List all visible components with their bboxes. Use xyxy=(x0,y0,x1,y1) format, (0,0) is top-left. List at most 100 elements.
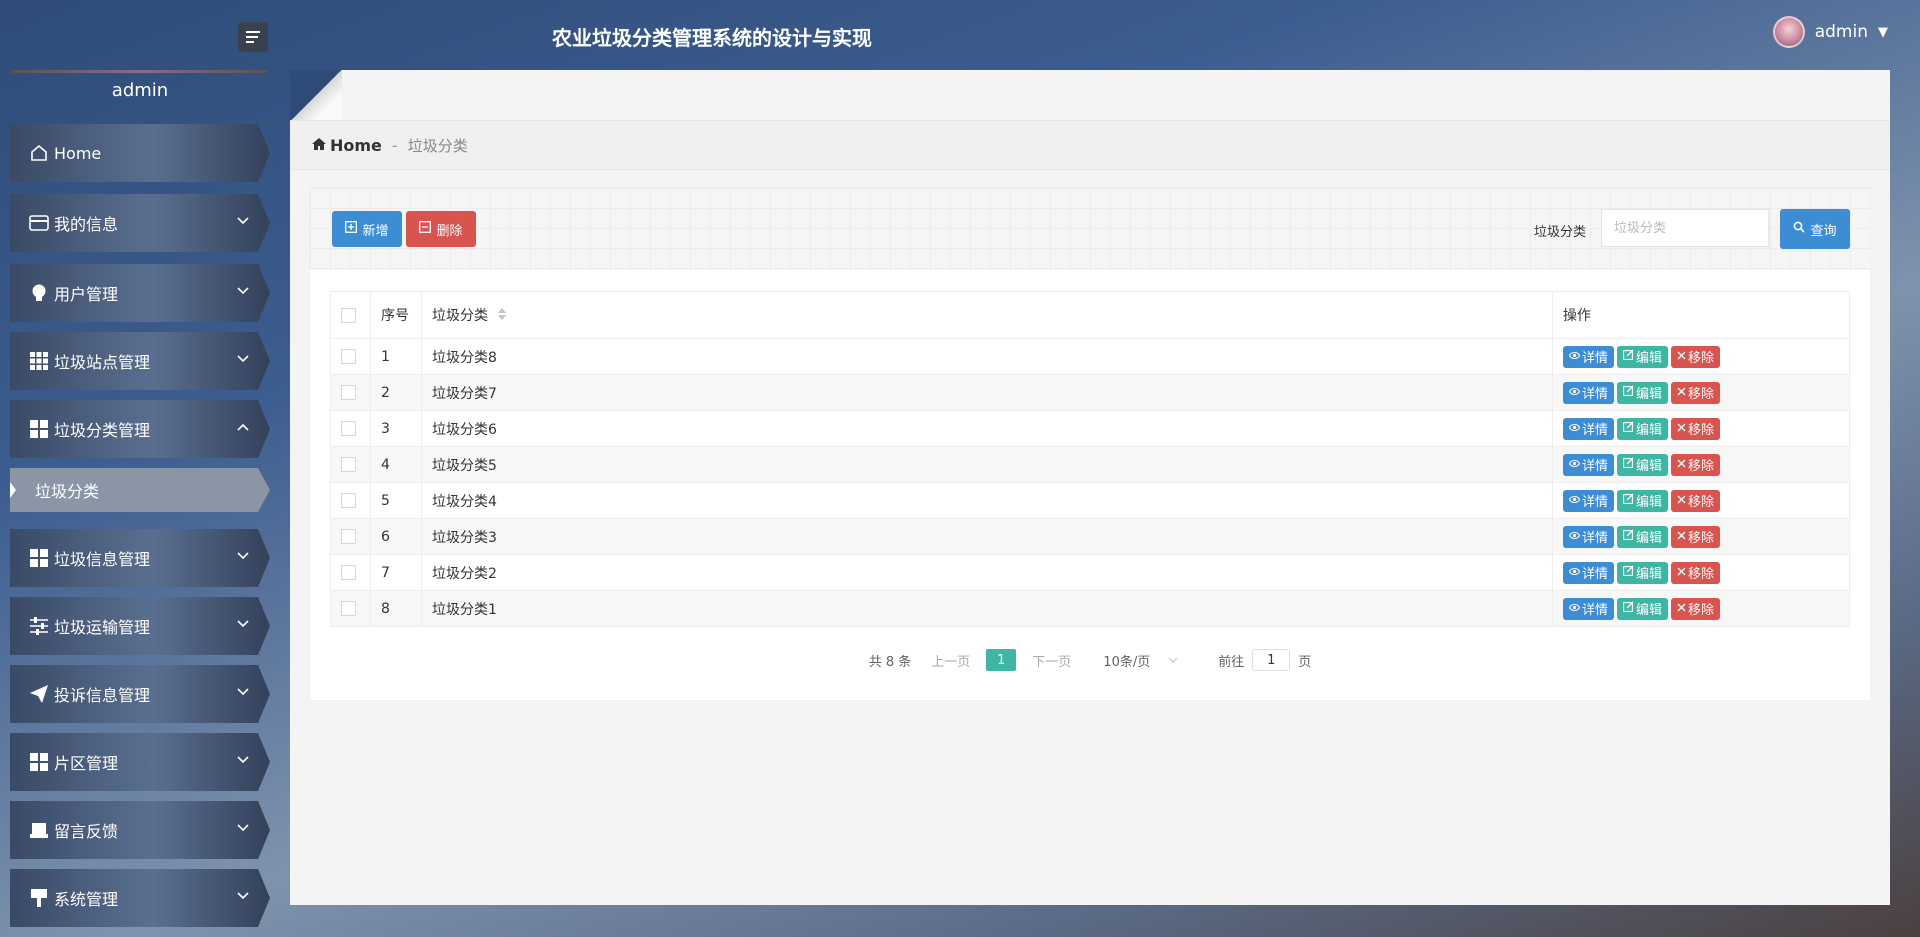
breadcrumb-current: 垃圾分类 xyxy=(407,136,468,155)
row-category: 垃圾分类7 xyxy=(421,374,1553,411)
delete-button[interactable]: 删除 xyxy=(406,211,476,247)
row-select-cell[interactable] xyxy=(330,446,371,483)
tiles-icon xyxy=(28,418,50,440)
header-category[interactable]: 垃圾分类 xyxy=(421,291,1553,339)
detail-button[interactable]: 详情 xyxy=(1563,597,1615,620)
row-select-cell[interactable] xyxy=(330,374,371,411)
remove-button[interactable]: 移除 xyxy=(1671,489,1721,512)
detail-label: 详情 xyxy=(1582,567,1609,582)
sidebar-item-system-management[interactable]: 系统管理 xyxy=(10,869,270,927)
next-page-button[interactable]: 下一页 xyxy=(1032,651,1071,670)
remove-button[interactable]: 移除 xyxy=(1671,453,1721,476)
row-select-cell[interactable] xyxy=(330,338,371,375)
inbox-icon xyxy=(28,819,50,841)
row-checkbox[interactable] xyxy=(341,349,356,364)
sort-icon[interactable] xyxy=(498,308,507,324)
eye-icon xyxy=(1568,421,1581,436)
close-icon xyxy=(1677,421,1686,436)
select-all-checkbox[interactable] xyxy=(341,307,356,323)
row-checkbox[interactable] xyxy=(341,457,356,472)
detail-button[interactable]: 详情 xyxy=(1563,417,1615,440)
detail-button[interactable]: 详情 xyxy=(1563,453,1615,476)
sidebar-item-info-management[interactable]: 垃圾信息管理 xyxy=(10,529,270,587)
search-button[interactable]: 查询 xyxy=(1780,209,1850,249)
sidebar-item-complaint-management[interactable]: 投诉信息管理 xyxy=(10,665,270,723)
row-index: 2 xyxy=(370,374,422,411)
sidebar-item-my-info[interactable]: 我的信息 xyxy=(10,194,270,252)
detail-button[interactable]: 详情 xyxy=(1563,561,1615,584)
edit-icon xyxy=(1623,529,1634,544)
edit-button[interactable]: 编辑 xyxy=(1617,417,1669,440)
sidebar-item-station-management[interactable]: 垃圾站点管理 xyxy=(10,332,270,390)
detail-button[interactable]: 详情 xyxy=(1563,525,1615,548)
remove-button[interactable]: 移除 xyxy=(1671,561,1721,584)
edit-button[interactable]: 编辑 xyxy=(1617,597,1669,620)
page-size-select[interactable]: 10条/页 xyxy=(1103,651,1178,670)
sidebar-item-category-management[interactable]: 垃圾分类管理 xyxy=(10,400,270,458)
page-number-current[interactable]: 1 xyxy=(986,649,1017,671)
detail-label: 详情 xyxy=(1582,387,1609,402)
sidebar-item-home[interactable]: Home xyxy=(10,124,270,182)
edit-button[interactable]: 编辑 xyxy=(1617,489,1669,512)
remove-label: 移除 xyxy=(1688,351,1715,366)
detail-label: 详情 xyxy=(1582,351,1609,366)
row-category: 垃圾分类3 xyxy=(421,518,1553,555)
header-select-all[interactable] xyxy=(330,291,371,339)
remove-button[interactable]: 移除 xyxy=(1671,525,1721,548)
breadcrumb-home-label: Home xyxy=(330,135,382,155)
remove-label: 移除 xyxy=(1688,531,1715,546)
sidebar-item-user-management[interactable]: 用户管理 xyxy=(10,264,270,322)
goto-page-input[interactable]: 1 xyxy=(1252,649,1291,671)
sidebar-subitem-category[interactable]: 垃圾分类 xyxy=(10,468,270,512)
detail-button[interactable]: 详情 xyxy=(1563,345,1615,368)
detail-button[interactable]: 详情 xyxy=(1563,381,1615,404)
row-select-cell[interactable] xyxy=(330,410,371,447)
row-actions: 详情 编辑 移除 xyxy=(1552,518,1850,555)
row-select-cell[interactable] xyxy=(330,482,371,519)
edit-button[interactable]: 编辑 xyxy=(1617,381,1669,404)
close-icon xyxy=(1677,493,1686,508)
row-checkbox[interactable] xyxy=(341,601,356,616)
sidebar-item-transport-management[interactable]: 垃圾运输管理 xyxy=(10,597,270,655)
main-content: Home - 垃圾分类 新增 删除 垃圾分类 查询 xyxy=(290,70,1890,905)
remove-button[interactable]: 移除 xyxy=(1671,417,1721,440)
close-icon xyxy=(1677,457,1686,472)
row-checkbox[interactable] xyxy=(341,385,356,400)
search-input[interactable] xyxy=(1601,209,1769,247)
close-icon xyxy=(1677,565,1686,580)
edit-button[interactable]: 编辑 xyxy=(1617,345,1669,368)
detail-label: 详情 xyxy=(1582,495,1609,510)
remove-button[interactable]: 移除 xyxy=(1671,345,1721,368)
remove-label: 移除 xyxy=(1688,459,1715,474)
search-icon xyxy=(1793,221,1806,237)
edit-button[interactable]: 编辑 xyxy=(1617,561,1669,584)
card-icon xyxy=(28,212,50,234)
edit-button[interactable]: 编辑 xyxy=(1617,453,1669,476)
remove-button[interactable]: 移除 xyxy=(1671,597,1721,620)
menu-toggle-button[interactable] xyxy=(238,22,268,52)
row-select-cell[interactable] xyxy=(330,554,371,591)
row-checkbox[interactable] xyxy=(341,421,356,436)
row-checkbox[interactable] xyxy=(341,565,356,580)
row-select-cell[interactable] xyxy=(330,590,371,627)
table-header-row: 序号 垃圾分类 操作 xyxy=(330,291,1850,339)
sidebar-item-feedback[interactable]: 留言反馈 xyxy=(10,801,270,859)
search-button-label: 查询 xyxy=(1810,223,1837,239)
row-checkbox[interactable] xyxy=(341,529,356,544)
delete-button-label: 删除 xyxy=(436,223,463,239)
edit-button[interactable]: 编辑 xyxy=(1617,525,1669,548)
edit-icon xyxy=(1623,565,1634,580)
row-select-cell[interactable] xyxy=(330,518,371,555)
remove-button[interactable]: 移除 xyxy=(1671,381,1721,404)
detail-button[interactable]: 详情 xyxy=(1563,489,1615,512)
edit-icon xyxy=(1623,385,1634,400)
edit-label: 编辑 xyxy=(1636,603,1663,618)
breadcrumb-home[interactable]: Home xyxy=(312,136,382,155)
row-checkbox[interactable] xyxy=(341,493,356,508)
prev-page-button[interactable]: 上一页 xyxy=(931,651,970,670)
row-category: 垃圾分类5 xyxy=(421,446,1553,483)
user-menu[interactable]: admin ▼ xyxy=(1772,16,1888,48)
remove-label: 移除 xyxy=(1688,387,1715,402)
add-button[interactable]: 新增 xyxy=(332,211,402,247)
sidebar-item-area-management[interactable]: 片区管理 xyxy=(10,733,270,791)
